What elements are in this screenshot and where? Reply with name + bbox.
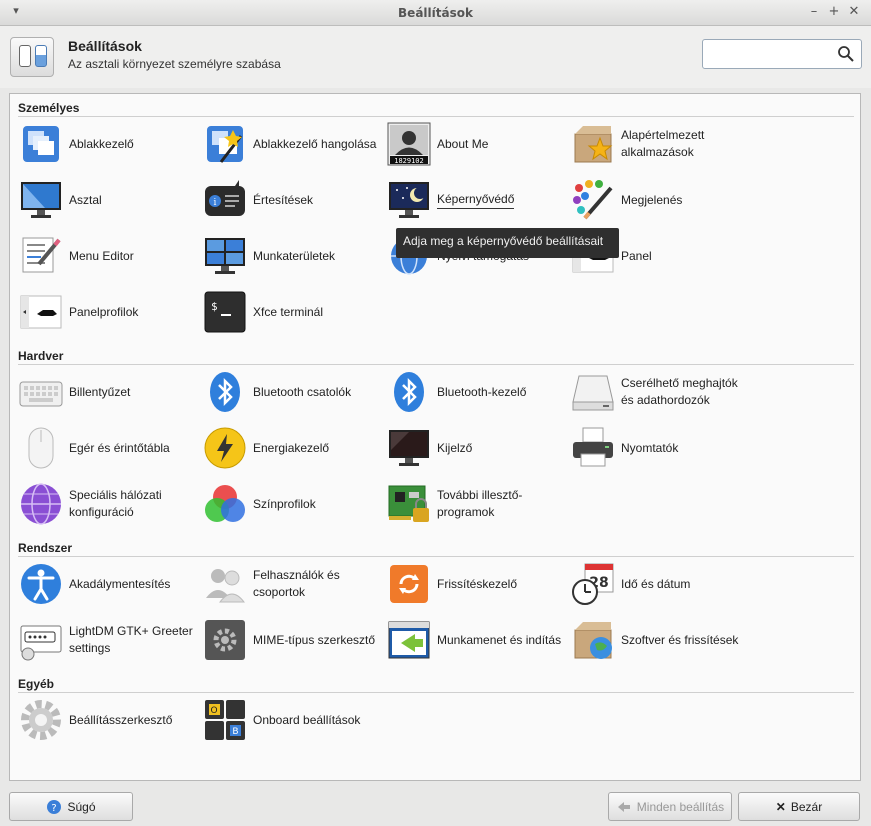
- item-bluetooth-adapters[interactable]: Bluetooth csatolók: [203, 370, 383, 420]
- section-divider: [18, 556, 854, 557]
- mime-editor-icon: [205, 620, 245, 660]
- item-bluetooth-manager[interactable]: Bluetooth-kezelő: [387, 370, 567, 420]
- item-accessibility[interactable]: Akadálymentesítés: [19, 562, 199, 612]
- item-notifications[interactable]: i Értesítések: [203, 178, 383, 228]
- section-title-personal: Személyes: [18, 101, 80, 115]
- search-icon: [838, 46, 854, 62]
- close-icon[interactable]: ✕: [846, 4, 862, 20]
- item-window-manager-tweaks[interactable]: Ablakkezelő hangolása: [203, 122, 383, 172]
- item-about-me[interactable]: 1829102 About Me: [387, 122, 567, 172]
- notifications-icon: i: [205, 180, 245, 216]
- svg-text:B: B: [232, 727, 238, 737]
- menu-editor-icon: [22, 237, 61, 273]
- svg-text:O: O: [210, 706, 217, 716]
- bluetooth-icon: [210, 372, 240, 412]
- additional-drivers-icon: [388, 485, 429, 522]
- header-subtitle: Az asztali környezet személyre szabása: [68, 57, 281, 71]
- section-divider: [18, 692, 854, 693]
- settings-editor-icon: [21, 700, 61, 740]
- item-window-manager[interactable]: Ablakkezelő: [19, 122, 199, 172]
- dialog-header: Beállítások Az asztali környezet személy…: [0, 26, 871, 88]
- item-appearance[interactable]: Megjelenés: [571, 178, 751, 228]
- window-title: Beállítások: [398, 6, 473, 20]
- item-terminal[interactable]: $ Xfce terminál: [203, 290, 383, 340]
- window-titlebar: ▾ Beállítások – + ✕: [0, 0, 871, 26]
- item-display[interactable]: Kijelző: [387, 426, 567, 476]
- onboard-icon: OB: [205, 700, 245, 740]
- item-mouse[interactable]: Egér és érintőtábla: [19, 426, 199, 476]
- all-settings-button[interactable]: Minden beállítás: [608, 792, 732, 821]
- svg-text:$: $: [211, 300, 218, 313]
- item-power-manager[interactable]: Energiakezelő: [203, 426, 383, 476]
- item-settings-editor[interactable]: Beállításszerkesztő: [19, 698, 199, 748]
- svg-text:?: ?: [52, 803, 57, 814]
- svg-text:1829102: 1829102: [394, 157, 424, 165]
- settings-list: Személyes Ablakkezelő Ablakkezelő hangol…: [9, 93, 861, 781]
- close-x-icon: ✕: [775, 799, 786, 814]
- maximize-icon[interactable]: +: [826, 4, 842, 20]
- time-date-icon: 28: [572, 563, 614, 605]
- item-users-groups[interactable]: Felhasználók és csoportok: [203, 562, 383, 612]
- item-software-updates[interactable]: Szoftver és frissítések: [571, 618, 751, 668]
- window-manager-icon: [23, 126, 59, 162]
- mouse-icon: [28, 427, 54, 469]
- panel-profiles-icon: [20, 295, 62, 329]
- close-button[interactable]: ✕ Bezár: [738, 792, 860, 821]
- screensaver-icon: [389, 182, 429, 218]
- item-update-manager[interactable]: Frissítéskezelő: [387, 562, 567, 612]
- item-color-profiles[interactable]: Színprofilok: [203, 482, 383, 532]
- desktop-icon: [21, 182, 61, 218]
- section-divider: [18, 364, 854, 365]
- help-button[interactable]: ? Súgó: [9, 792, 133, 821]
- software-updates-icon: [574, 622, 612, 659]
- screensaver-tooltip: Adja meg a képernyővédő beállításait: [396, 228, 619, 258]
- bluetooth-manager-icon: [394, 372, 424, 412]
- item-menu-editor[interactable]: Menu Editor: [19, 234, 199, 284]
- minimize-icon[interactable]: –: [806, 4, 822, 20]
- item-time-date[interactable]: 28 Idő és dátum: [571, 562, 751, 612]
- item-keyboard[interactable]: Billentyűzet: [19, 370, 199, 420]
- section-divider: [18, 116, 854, 117]
- item-panel-profiles[interactable]: Panelprofilok: [19, 290, 199, 340]
- settings-manager-icon: [10, 37, 54, 77]
- item-desktop[interactable]: Asztal: [19, 178, 199, 228]
- item-session-startup[interactable]: Munkamenet és indítás: [387, 618, 567, 668]
- default-apps-icon: [574, 126, 613, 163]
- printer-icon: [573, 427, 613, 467]
- item-onboard[interactable]: OB Onboard beállítások: [203, 698, 383, 748]
- network-icon: [21, 483, 61, 525]
- section-title-system: Rendszer: [18, 541, 73, 555]
- item-additional-drivers[interactable]: További illesztő-programok: [387, 482, 567, 532]
- power-manager-icon: [204, 427, 246, 469]
- removable-drives-icon: [572, 375, 614, 411]
- color-profiles-icon: [205, 485, 245, 522]
- item-mime-editor[interactable]: MIME-típus szerkesztő: [203, 618, 383, 668]
- accessibility-icon: [21, 564, 61, 604]
- header-title: Beállítások: [68, 38, 142, 54]
- help-icon: ?: [47, 799, 62, 814]
- section-title-other: Egyéb: [18, 677, 55, 691]
- back-arrow-icon: [617, 801, 630, 812]
- keyboard-icon: [19, 381, 63, 407]
- appearance-icon: [573, 180, 613, 220]
- item-printers[interactable]: Nyomtatók: [571, 426, 751, 476]
- svg-text:i: i: [214, 198, 217, 208]
- section-title-hardware: Hardver: [18, 349, 64, 363]
- about-me-icon: 1829102: [387, 122, 431, 166]
- item-workspaces[interactable]: Munkaterületek: [203, 234, 383, 284]
- session-startup-icon: [388, 621, 430, 659]
- item-removable-drives[interactable]: Cserélhető meghajtók és adathordozók: [571, 370, 751, 420]
- update-manager-icon: [390, 565, 428, 603]
- workspaces-icon: [205, 238, 245, 274]
- item-lightdm-greeter[interactable]: LightDM GTK+ Greeter settings: [19, 618, 199, 668]
- window-manager-tweaks-icon: [207, 126, 243, 163]
- display-icon: [389, 430, 429, 466]
- search-input[interactable]: [702, 39, 862, 69]
- terminal-icon: $: [204, 291, 246, 333]
- users-groups-icon: [206, 569, 246, 603]
- lightdm-greeter-icon: [20, 625, 62, 661]
- item-default-apps[interactable]: Alapértelmezett alkalmazások: [571, 122, 751, 172]
- item-network[interactable]: Speciális hálózati konfiguráció: [19, 482, 199, 532]
- item-screensaver[interactable]: Képernyővédő: [387, 178, 567, 228]
